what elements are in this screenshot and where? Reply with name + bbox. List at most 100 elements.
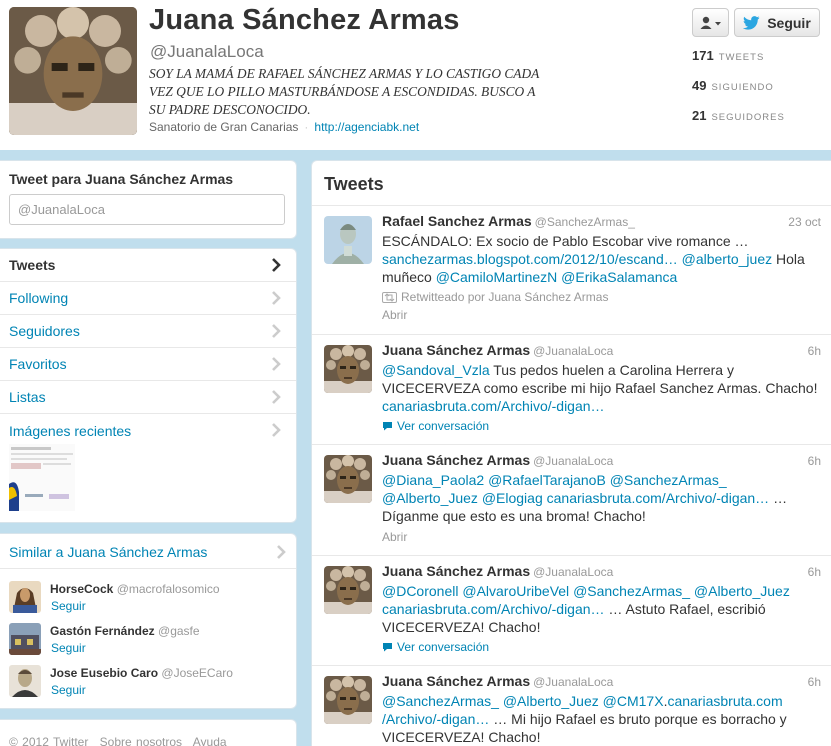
tweet-url-link[interactable]: canariasbruta.com/Archivo/-digan… <box>382 601 605 617</box>
stat-following[interactable]: 49 SIGUIENDO <box>692 78 785 108</box>
follow-button[interactable]: Seguir <box>734 8 820 37</box>
tweet-text-fragment: … <box>769 490 788 506</box>
similar-user-item: Jose Eusebio Caro @JoseECaro Seguir <box>9 665 289 701</box>
tweet-timestamp[interactable]: 23 oct <box>788 215 821 229</box>
tweet-author-name[interactable]: Juana Sánchez Armas <box>382 342 530 358</box>
tweet-url-link[interactable]: /Archivo/-digan… <box>382 711 489 727</box>
tweet-item[interactable]: Juana Sánchez Armas @JuanalaLoca 6h @Sanc… <box>312 666 831 746</box>
footer-link-help[interactable]: Ayuda <box>193 735 227 746</box>
similar-user-name-line[interactable]: HorseCock @macrofalosomico <box>50 582 220 596</box>
tweet-mention-link[interactable]: @SanchezArmas_ <box>382 693 499 709</box>
profile-url-link[interactable]: http://agenciabk.net <box>314 120 419 134</box>
tweet-open-link[interactable]: Abrir <box>382 308 407 322</box>
tweet-author-name[interactable]: Rafael Sanchez Armas <box>382 213 532 229</box>
profile-header: Juana Sánchez Armas @JuanalaLoca SOY LA … <box>0 0 831 150</box>
tweet-text-line: VICECERVEZA! Chacho! <box>382 619 541 635</box>
tweet-url-link[interactable]: canariasbruta.com/Archivo/-digan… <box>547 490 770 506</box>
tweet-author-name[interactable]: Juana Sánchez Armas <box>382 673 530 689</box>
tweet-avatar[interactable] <box>324 676 372 724</box>
similar-user-avatar[interactable] <box>9 581 41 613</box>
similar-user-name-line[interactable]: Gastón Fernández @gasfe <box>50 624 200 638</box>
tweet-author-handle[interactable]: @SanchezArmas_ <box>535 215 635 229</box>
tweet-item[interactable]: Rafael Sanchez Armas @SanchezArmas_ 23 oc… <box>312 206 831 335</box>
tweet-mention-link[interactable]: @alberto_juez <box>682 251 773 267</box>
similar-users-title[interactable]: Similar a Juana Sánchez Armas <box>9 544 286 560</box>
tweet-mention-link[interactable]: @Diana_Paola2 <box>382 472 484 488</box>
tweet-mention-link[interactable]: @Sandoval_Vzla <box>382 362 490 378</box>
tweet-url-link[interactable]: sanchezarmas.blogspot.com/2012/10/escand… <box>382 251 678 267</box>
nav-item-label: Imágenes recientes <box>9 422 132 439</box>
similar-user-follow-link[interactable]: Seguir <box>51 599 86 613</box>
tweet-mention-link[interactable]: @DCoronell <box>382 583 458 599</box>
tweet-text-line: @SanchezArmas_ @Alberto_Juez @CM17X.cana… <box>382 693 783 709</box>
tweet-mention-link[interactable]: @Elogiag <box>482 490 543 506</box>
tweet-mention-link[interactable]: @ErikaSalamanca <box>561 269 677 285</box>
tweet-text-line: VICECERVEZA! Chacho! <box>382 729 541 745</box>
tweet-author-handle[interactable]: @JuanalaLoca <box>533 454 613 468</box>
similar-user-avatar[interactable] <box>9 665 41 697</box>
nav-item-label: Seguidores <box>9 323 80 339</box>
tweet-mention-link[interactable]: @SanchezArmas_ <box>573 583 690 599</box>
tweet-mention-link[interactable]: @CM17X <box>603 693 664 709</box>
footer-link-about[interactable]: Sobre nosotros <box>100 735 182 746</box>
tweet-text-fragment: … Astuto Rafael, escribió <box>604 601 766 617</box>
recent-image-thumbnail[interactable] <box>9 444 75 511</box>
tweet-mention-link[interactable]: @Alberto_Juez <box>503 693 599 709</box>
similar-users-title-text: Similar a Juana Sánchez Armas <box>9 544 208 560</box>
nav-item-favorites[interactable]: Favoritos <box>0 348 296 381</box>
tweet-author-name[interactable]: Juana Sánchez Armas <box>382 563 530 579</box>
tweet-open-link[interactable]: Abrir <box>382 530 407 544</box>
tweet-mention-link[interactable]: @CamiloMartinezN <box>436 269 558 285</box>
similar-user-name: HorseCock <box>50 582 114 596</box>
profile-location: Sanatorio de Gran Canarias <box>149 120 299 134</box>
user-actions-button[interactable] <box>692 8 729 37</box>
similar-user-follow-link[interactable]: Seguir <box>51 641 86 655</box>
tweet-item[interactable]: Juana Sánchez Armas @JuanalaLoca 6h @Sand… <box>312 335 831 445</box>
tweet-avatar[interactable] <box>324 216 372 264</box>
tweet-timestamp[interactable]: 6h <box>808 675 821 689</box>
tweet-avatar[interactable] <box>324 566 372 614</box>
nav-item-label: Following <box>9 290 69 306</box>
tweet-avatar[interactable] <box>324 345 372 393</box>
tweet-author-handle[interactable]: @JuanalaLoca <box>533 344 613 358</box>
stat-followers[interactable]: 21 SEGUIDORES <box>692 108 785 138</box>
tweet-author-handle[interactable]: @JuanalaLoca <box>533 565 613 579</box>
tweet-timestamp[interactable]: 6h <box>808 344 821 358</box>
tweet-mention-link[interactable]: @AlvaroUribeVel <box>462 583 569 599</box>
tweet-author-name[interactable]: Juana Sánchez Armas <box>382 452 530 468</box>
similar-user-follow-link[interactable]: Seguir <box>51 683 86 697</box>
tweet-mention-link[interactable]: @Alberto_Juez <box>382 490 478 506</box>
tweet-text-line: ESCÁNDALO: Ex socio de Pablo Escobar viv… <box>382 233 749 249</box>
tweet-author-handle[interactable]: @JuanalaLoca <box>533 675 613 689</box>
nav-item-recent-images[interactable]: Imágenes recientes <box>0 414 296 447</box>
tweet-to-input[interactable] <box>9 194 285 225</box>
tweet-item[interactable]: Juana Sánchez Armas @JuanalaLoca 6h @Dian… <box>312 445 831 556</box>
tweet-timestamp[interactable]: 6h <box>808 454 821 468</box>
stat-tweets[interactable]: 171 TWEETS <box>692 48 785 78</box>
tweet-text-line: Díganme que esto es una broma! Chacho! <box>382 508 646 524</box>
tweet-url-link[interactable]: canariasbruta.com <box>667 693 782 709</box>
profile-nav: Tweets Following Seguidores Favoritos Li… <box>0 248 297 523</box>
tweet-mention-link[interactable]: @RafaelTarajanoB <box>488 472 606 488</box>
tweet-timestamp[interactable]: 6h <box>808 565 821 579</box>
tweet-header: Rafael Sanchez Armas @SanchezArmas_ <box>382 213 635 229</box>
chevron-right-icon <box>272 291 281 305</box>
similar-user-name-line[interactable]: Jose Eusebio Caro @JoseECaro <box>50 666 233 680</box>
nav-item-tweets[interactable]: Tweets <box>0 249 296 282</box>
tweet-url-link[interactable]: canariasbruta.com/Archivo/-digan… <box>382 398 605 414</box>
tweet-text-line: @DCoronell @AlvaroUribeVel @SanchezArmas… <box>382 582 822 600</box>
profile-avatar[interactable] <box>9 7 137 135</box>
chevron-right-icon <box>272 390 281 404</box>
tweet-mention-link[interactable]: @Alberto_Juez <box>694 583 790 599</box>
follow-button-label: Seguir <box>767 14 811 31</box>
similar-user-avatar[interactable] <box>9 623 41 655</box>
tweet-mention-link[interactable]: @SanchezArmas_ <box>610 472 727 488</box>
nav-item-lists[interactable]: Listas <box>0 381 296 414</box>
view-conversation-link[interactable]: Ver conversación <box>382 419 489 433</box>
tweet-item[interactable]: Juana Sánchez Armas @JuanalaLoca 6h @DCor… <box>312 556 831 666</box>
stat-number: 171 <box>692 48 714 63</box>
nav-item-following[interactable]: Following <box>0 282 296 315</box>
tweet-avatar[interactable] <box>324 455 372 503</box>
view-conversation-link[interactable]: Ver conversación <box>382 640 489 654</box>
nav-item-followers[interactable]: Seguidores <box>0 315 296 348</box>
